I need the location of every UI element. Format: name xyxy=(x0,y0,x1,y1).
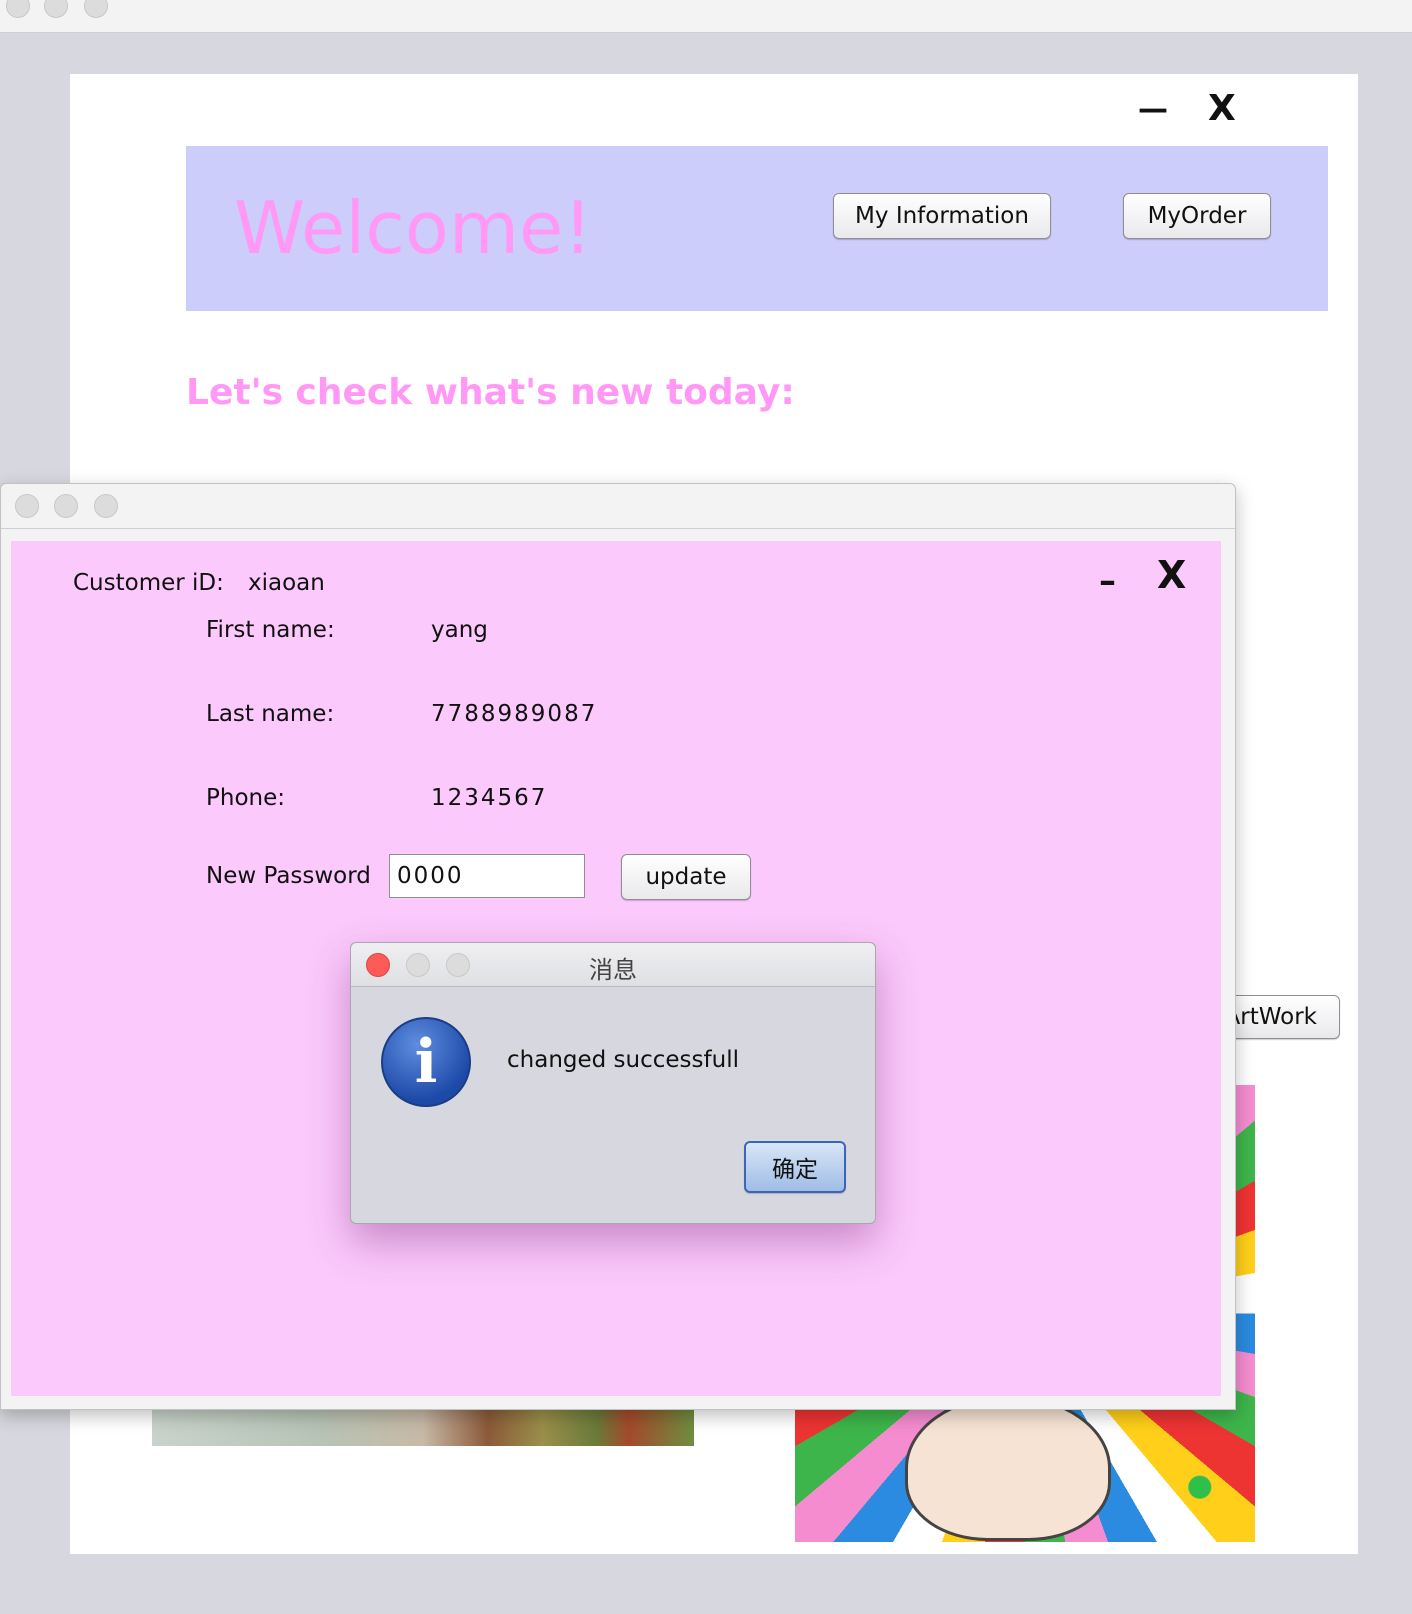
window-zoom-dot[interactable] xyxy=(84,0,108,18)
first-name-label: First name: xyxy=(206,617,335,643)
window-close-dot[interactable] xyxy=(15,494,39,518)
customer-id-value: xiaoan xyxy=(248,570,325,596)
phone-value: 1234567 xyxy=(431,785,548,811)
minimize-button[interactable]: – xyxy=(1099,561,1116,601)
customer-id-label: Customer iD: xyxy=(73,570,224,596)
last-name-label: Last name: xyxy=(206,701,335,727)
new-password-field[interactable] xyxy=(389,854,585,898)
dialog-title: 消息 xyxy=(589,956,637,984)
close-button[interactable]: X xyxy=(1157,553,1186,597)
update-button[interactable]: update xyxy=(621,854,751,900)
welcome-heading: Welcome! xyxy=(234,186,593,270)
window-minimize-dot[interactable] xyxy=(54,494,78,518)
info-icon: i xyxy=(381,1017,471,1107)
phone-label: Phone: xyxy=(206,785,285,811)
last-name-value: 7788989087 xyxy=(431,701,598,727)
info-window-titlebar xyxy=(1,484,1235,529)
close-button[interactable]: X xyxy=(1208,88,1236,129)
artwork-face-detail xyxy=(905,1395,1111,1541)
dialog-message: changed successfull xyxy=(507,1047,739,1073)
minimize-button[interactable]: — xyxy=(1138,92,1168,127)
window-minimize-dot[interactable] xyxy=(44,0,68,18)
window-close-dot[interactable] xyxy=(6,0,30,18)
my-order-button[interactable]: MyOrder xyxy=(1123,193,1271,239)
first-name-value: yang xyxy=(431,617,488,643)
new-password-label: New Password xyxy=(206,863,371,889)
message-dialog: 消息 i changed successfull 确定 xyxy=(350,942,876,1224)
back-window-titlebar xyxy=(0,0,1412,33)
ok-button[interactable]: 确定 xyxy=(744,1141,846,1193)
whats-new-heading: Let's check what's new today: xyxy=(186,372,795,413)
dialog-titlebar: 消息 xyxy=(351,943,875,987)
window-zoom-dot[interactable] xyxy=(94,494,118,518)
my-information-button[interactable]: My Information xyxy=(833,193,1051,239)
